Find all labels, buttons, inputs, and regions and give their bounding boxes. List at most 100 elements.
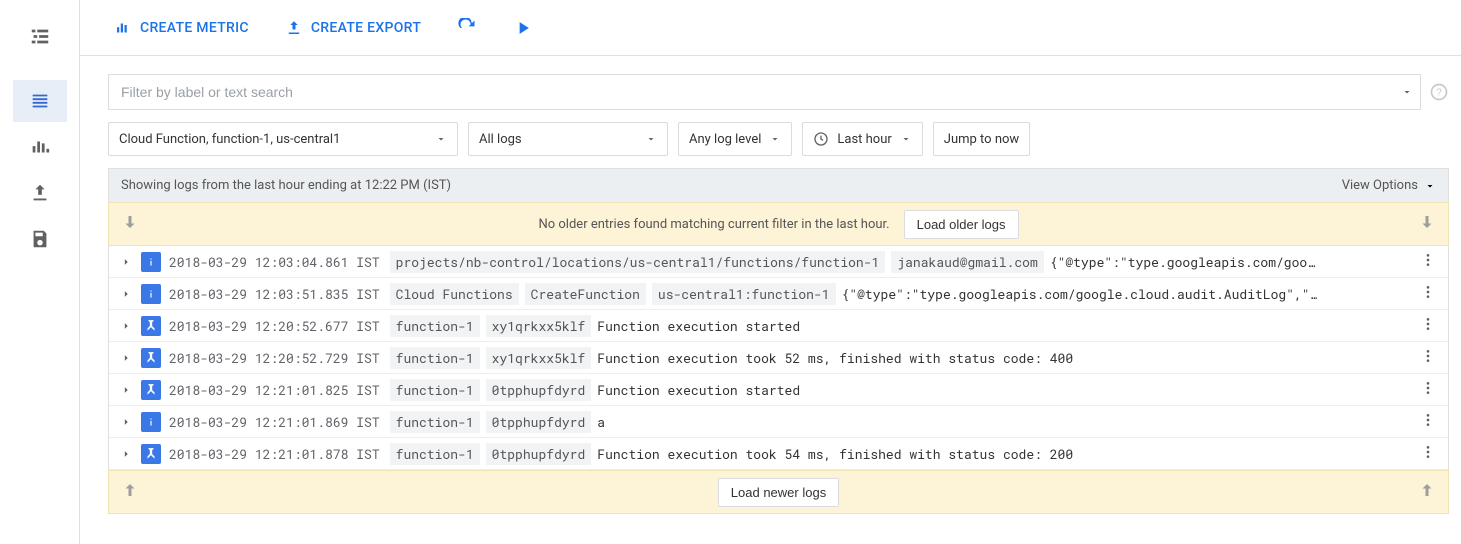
expand-icon[interactable]: [119, 319, 133, 333]
log-list: 2018-03-29 12:03:04.861 IST projects/nb-c…: [108, 246, 1449, 470]
nav-logs[interactable]: [13, 80, 67, 122]
row-menu-button[interactable]: [1412, 412, 1436, 432]
log-segment: us-central1:function-1: [652, 283, 836, 305]
upload-icon: [285, 19, 303, 37]
play-button[interactable]: [513, 18, 533, 38]
nav-save[interactable]: [13, 218, 67, 260]
level-filter[interactable]: Any log level: [678, 122, 792, 156]
log-segment: janakaud@gmail.com: [891, 251, 1043, 273]
toolbar: CREATE METRIC CREATE EXPORT: [80, 0, 1461, 56]
status-text: Showing logs from the last hour ending a…: [121, 178, 451, 193]
log-segment: function-1: [390, 347, 480, 369]
refresh-icon: [457, 18, 477, 38]
scroll-up-icon[interactable]: [121, 481, 139, 503]
clock-icon: [813, 131, 829, 147]
chevron-down-icon: [435, 133, 447, 145]
row-menu-button[interactable]: [1412, 316, 1436, 336]
scroll-down-icon[interactable]: [1418, 213, 1436, 235]
log-segment: function-1: [390, 379, 480, 401]
log-row[interactable]: 2018-03-29 12:21:01.878 IST function-1 0tp…: [109, 438, 1448, 470]
log-text: Function execution took 54 ms, finished …: [597, 445, 1073, 463]
log-segment: 0tpphupfdyrd: [486, 379, 592, 401]
chevron-down-icon: [769, 133, 781, 145]
expand-icon[interactable]: [119, 287, 133, 301]
svg-text:?: ?: [1436, 87, 1442, 98]
timestamp: 2018-03-29 12:21:01.825 IST: [169, 381, 380, 399]
log-text: Function execution started: [597, 317, 800, 335]
create-metric-label: CREATE METRIC: [140, 20, 249, 36]
log-filter[interactable]: All logs: [468, 122, 668, 156]
time-filter[interactable]: Last hour: [802, 122, 922, 156]
older-logs-bar: No older entries found matching current …: [108, 202, 1449, 246]
row-menu-button[interactable]: [1412, 284, 1436, 304]
row-menu-button[interactable]: [1412, 444, 1436, 464]
log-filter-label: All logs: [479, 132, 522, 147]
chevron-down-icon: [1424, 180, 1436, 192]
expand-icon[interactable]: [119, 351, 133, 365]
log-segment: projects/nb-control/locations/us-central…: [390, 251, 886, 273]
timestamp: 2018-03-29 12:03:51.835 IST: [169, 285, 380, 303]
search-input[interactable]: [108, 74, 1421, 110]
row-menu-button[interactable]: [1412, 348, 1436, 368]
log-segment: function-1: [390, 315, 480, 337]
load-older-button[interactable]: Load older logs: [904, 210, 1019, 239]
view-options-label: View Options: [1342, 178, 1418, 193]
view-options-button[interactable]: View Options: [1342, 178, 1436, 193]
filter-search: [108, 74, 1421, 110]
log-segment: xy1qrkxx5klf: [486, 315, 592, 337]
log-segment: function-1: [390, 411, 480, 433]
play-icon: [513, 18, 533, 38]
expand-icon[interactable]: [119, 415, 133, 429]
expand-icon[interactable]: [119, 383, 133, 397]
help-icon[interactable]: ?: [1429, 82, 1449, 102]
sidebar: [0, 0, 80, 544]
status-bar: Showing logs from the last hour ending a…: [108, 168, 1449, 202]
log-segment: 0tpphupfdyrd: [486, 411, 592, 433]
timestamp: 2018-03-29 12:21:01.878 IST: [169, 445, 380, 463]
nav-metrics[interactable]: [13, 126, 67, 168]
timestamp: 2018-03-29 12:03:04.861 IST: [169, 253, 380, 271]
level-filter-label: Any log level: [689, 132, 761, 147]
create-metric-button[interactable]: CREATE METRIC: [114, 19, 249, 37]
severity-icon: [141, 380, 161, 400]
row-menu-button[interactable]: [1412, 252, 1436, 272]
severity-icon: [141, 412, 161, 432]
log-text: a: [597, 413, 605, 431]
severity-icon: [141, 316, 161, 336]
severity-icon: [141, 348, 161, 368]
expand-icon[interactable]: [119, 255, 133, 269]
severity-icon: [141, 284, 161, 304]
chevron-down-icon: [645, 133, 657, 145]
scroll-up-icon[interactable]: [1418, 481, 1436, 503]
refresh-button[interactable]: [457, 18, 477, 38]
resource-filter[interactable]: Cloud Function, function-1, us-central1: [108, 122, 458, 156]
log-segment: xy1qrkxx5klf: [486, 347, 592, 369]
timestamp: 2018-03-29 12:20:52.677 IST: [169, 317, 380, 335]
timestamp: 2018-03-29 12:21:01.869 IST: [169, 413, 380, 431]
logo-icon[interactable]: [13, 12, 67, 62]
chevron-down-icon: [900, 133, 912, 145]
log-row[interactable]: 2018-03-29 12:21:01.869 IST function-1 0tp…: [109, 406, 1448, 438]
log-text: Function execution started: [597, 381, 800, 399]
scroll-down-icon[interactable]: [121, 213, 139, 235]
expand-icon[interactable]: [119, 447, 133, 461]
log-row[interactable]: 2018-03-29 12:21:01.825 IST function-1 0tp…: [109, 374, 1448, 406]
time-filter-label: Last hour: [837, 132, 891, 147]
resource-filter-label: Cloud Function, function-1, us-central1: [119, 132, 340, 147]
log-segment: 0tpphupfdyrd: [486, 443, 592, 465]
log-row[interactable]: 2018-03-29 12:03:04.861 IST projects/nb-c…: [109, 246, 1448, 278]
load-newer-button[interactable]: Load newer logs: [718, 478, 839, 507]
log-segment: function-1: [390, 443, 480, 465]
timestamp: 2018-03-29 12:20:52.729 IST: [169, 349, 380, 367]
create-export-button[interactable]: CREATE EXPORT: [285, 19, 421, 37]
bar-chart-icon: [114, 19, 132, 37]
log-row[interactable]: 2018-03-29 12:03:51.835 ISTCloud Functio…: [109, 278, 1448, 310]
jump-to-now-button[interactable]: Jump to now: [933, 122, 1030, 156]
create-export-label: CREATE EXPORT: [311, 20, 421, 36]
log-row[interactable]: 2018-03-29 12:20:52.729 IST function-1 xy1…: [109, 342, 1448, 374]
log-text: Function execution took 52 ms, finished …: [597, 349, 1073, 367]
log-row[interactable]: 2018-03-29 12:20:52.677 IST function-1 xy1…: [109, 310, 1448, 342]
row-menu-button[interactable]: [1412, 380, 1436, 400]
severity-icon: [141, 252, 161, 272]
nav-exports[interactable]: [13, 172, 67, 214]
